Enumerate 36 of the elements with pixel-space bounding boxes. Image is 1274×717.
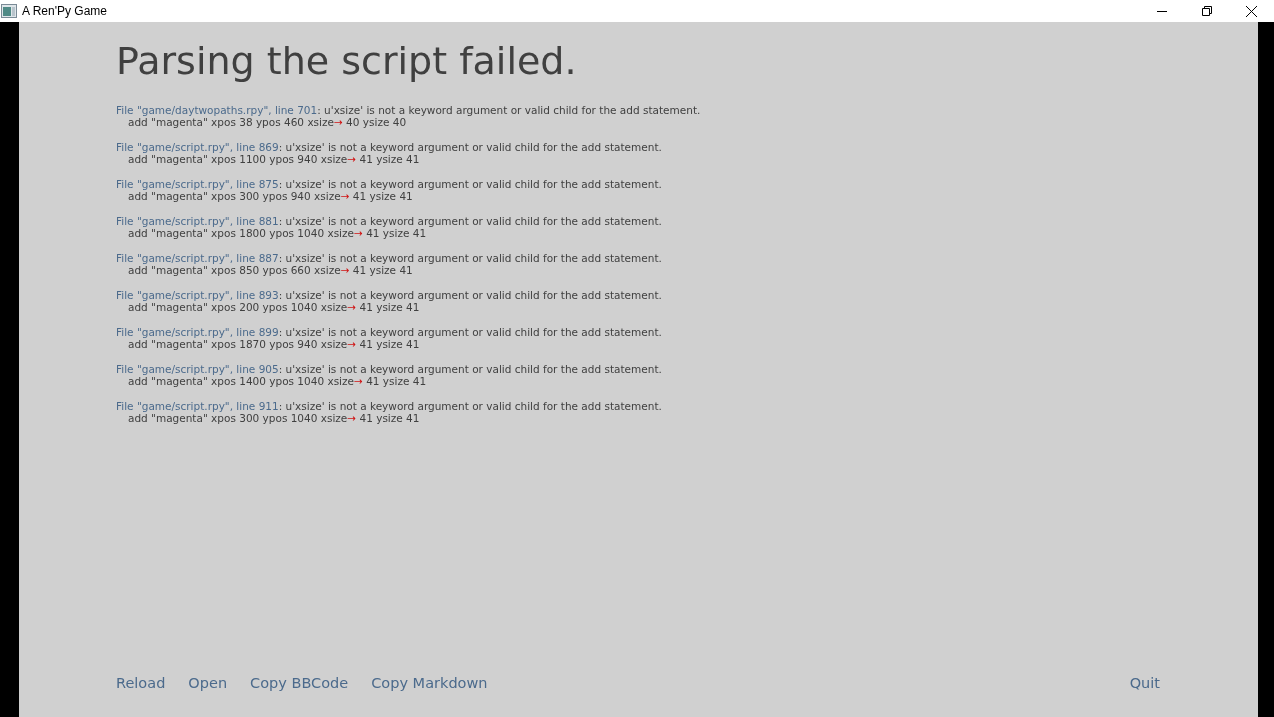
code-line: add "magenta" xpos 200 ypos 1040 xsize→ 41 ysize 41 bbox=[127, 301, 421, 313]
code-line: add "magenta" xpos 1400 ypos 1040 xsize→ 41 ysize 41 bbox=[127, 375, 428, 387]
error-message: : u'xsize' is not a keyword argument or valid child for the add statement. bbox=[278, 400, 662, 412]
action-link[interactable]: Copy BBCode bbox=[250, 673, 349, 695]
error-message: : u'xsize' is not a keyword argument or valid child for the add statement. bbox=[317, 104, 701, 116]
code-line: add "magenta" xpos 300 ypos 1040 xsize→ 41 ysize 41 bbox=[127, 412, 421, 424]
code-line: add "magenta" xpos 850 ypos 660 xsize→ 41 ysize 41 bbox=[127, 264, 414, 276]
file-link[interactable]: File "game/script.rpy", line 911 bbox=[116, 400, 279, 412]
window-title: A Ren'Py Game bbox=[22, 3, 107, 20]
error-message: : u'xsize' is not a keyword argument or valid child for the add statement. bbox=[278, 178, 662, 190]
action-link[interactable]: Reload bbox=[116, 673, 166, 695]
file-link[interactable]: File "game/script.rpy", line 893 bbox=[116, 289, 279, 301]
code-line: add "magenta" xpos 1100 ypos 940 xsize→ 41 ysize 41 bbox=[127, 153, 421, 165]
error-message: : u'xsize' is not a keyword argument or valid child for the add statement. bbox=[278, 326, 662, 338]
quit-link[interactable]: Quit bbox=[1129, 673, 1160, 695]
code-line: add "magenta" xpos 1800 ypos 1040 xsize→ 41 ysize 41 bbox=[127, 227, 428, 239]
error-message: : u'xsize' is not a keyword argument or valid child for the add statement. bbox=[278, 363, 662, 375]
file-link[interactable]: File "game/script.rpy", line 881 bbox=[116, 215, 279, 227]
error-heading: Parsing the script failed. bbox=[116, 39, 578, 83]
action-link[interactable]: Copy Markdown bbox=[371, 673, 488, 695]
file-link[interactable]: File "game/script.rpy", line 869 bbox=[116, 141, 279, 153]
file-link[interactable]: File "game/script.rpy", line 905 bbox=[116, 363, 279, 375]
action-link[interactable]: Open bbox=[188, 673, 228, 695]
code-line: add "magenta" xpos 38 ypos 460 xsize→ 40 ysize 40 bbox=[127, 116, 408, 128]
error-message: : u'xsize' is not a keyword argument or valid child for the add statement. bbox=[278, 289, 662, 301]
code-line: add "magenta" xpos 300 ypos 940 xsize→ 41 ysize 41 bbox=[127, 190, 414, 202]
close-icon bbox=[1246, 5, 1257, 17]
file-link[interactable]: File "game/script.rpy", line 875 bbox=[116, 178, 279, 190]
error-message: : u'xsize' is not a keyword argument or valid child for the add statement. bbox=[278, 141, 662, 153]
file-link[interactable]: File "game/script.rpy", line 899 bbox=[116, 326, 279, 338]
app-icon bbox=[1, 4, 17, 18]
code-line: add "magenta" xpos 1870 ypos 940 xsize→ 41 ysize 41 bbox=[127, 338, 421, 350]
file-link[interactable]: File "game/script.rpy", line 887 bbox=[116, 252, 279, 264]
error-message: : u'xsize' is not a keyword argument or valid child for the add statement. bbox=[278, 252, 662, 264]
restore-icon bbox=[1201, 6, 1212, 16]
error-message: : u'xsize' is not a keyword argument or valid child for the add statement. bbox=[278, 215, 662, 227]
